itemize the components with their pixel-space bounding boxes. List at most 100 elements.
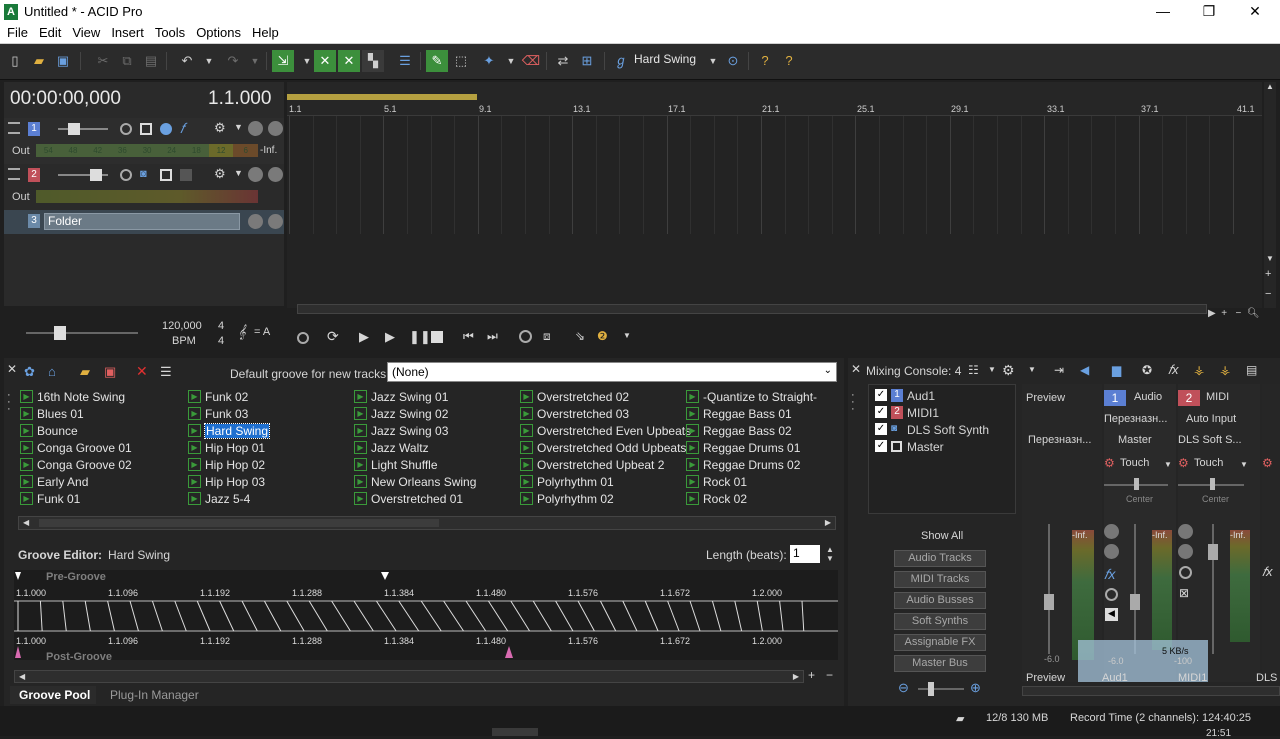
time-signature-top[interactable]: 4 <box>218 320 224 332</box>
copy-icon[interactable]: ⧉ <box>116 50 138 72</box>
time-signature-bottom[interactable]: 4 <box>218 335 224 347</box>
lock-envelopes-icon[interactable]: ▚ <box>362 50 384 72</box>
pan-thumb[interactable] <box>1210 478 1215 490</box>
menu-help[interactable]: Help <box>248 24 283 40</box>
close-pane-icon[interactable]: ✕ <box>851 362 861 376</box>
beatmapper-icon[interactable]: ⇘ <box>575 329 585 343</box>
track-header-1[interactable]: 1 𝑓 ⚙ ▼ Out 54 48 42 36 30 24 18 12 6 -Inf. <box>4 118 284 164</box>
play-icon[interactable]: ▶ <box>354 424 367 437</box>
groove-item[interactable]: ▶ Bounce <box>20 422 132 439</box>
mixer-settings-dropdown-icon[interactable]: ▼ <box>1028 365 1036 374</box>
groove-item[interactable]: ▶ Jazz Swing 01 <box>354 388 476 405</box>
downmix-icon[interactable]: ◀ <box>1080 363 1089 377</box>
volume-slider-thumb[interactable] <box>68 123 80 135</box>
envelope-tool-icon[interactable]: ⇄ <box>552 50 574 72</box>
play-icon[interactable]: ▶ <box>686 407 699 420</box>
play-icon[interactable]: ▶ <box>686 475 699 488</box>
play-icon[interactable]: ▶ <box>188 390 201 403</box>
paint-dropdown-icon[interactable]: ▼ <box>500 50 522 72</box>
groove-item[interactable]: ▶ Overstretched 01 <box>354 490 476 507</box>
menu-view[interactable]: View <box>68 24 104 40</box>
mute-icon[interactable] <box>248 167 263 182</box>
groove-name[interactable]: Hard Swing <box>634 52 696 66</box>
automation-mode[interactable]: Touch <box>1194 457 1223 469</box>
groove-item[interactable]: ▶ Reggae Drums 01 <box>686 439 817 456</box>
metronome-toggle-icon[interactable] <box>519 330 532 343</box>
play-icon[interactable]: ▶ <box>385 329 395 345</box>
strip-record-icon[interactable] <box>1179 566 1192 579</box>
play-icon[interactable]: ▶ <box>188 424 201 437</box>
groove-item[interactable]: ▶ Overstretched Upbeat 2 <box>520 456 691 473</box>
undo-icon[interactable]: ↶ <box>176 50 198 72</box>
groove-item[interactable]: ▶ Polyrhythm 01 <box>520 473 691 490</box>
track-settings-icon[interactable]: ⚙ <box>214 120 226 136</box>
groove-item[interactable]: ▶ Hard Swing <box>188 422 271 439</box>
play-icon[interactable]: ▶ <box>20 441 33 454</box>
scroll-left-icon[interactable]: ◀ <box>19 672 25 681</box>
groove-item[interactable]: ▶ Overstretched Even Upbeats <box>520 422 691 439</box>
strip-output-bus[interactable]: Master <box>1118 434 1152 446</box>
undo-dropdown-icon[interactable]: ▼ <box>198 50 220 72</box>
timeline-vertical-scrollbar[interactable]: ▲ ▼ + − <box>1264 82 1276 308</box>
pane-gripper-icon[interactable]: · · · <box>851 390 855 415</box>
track-settings-icon[interactable]: ⚙ <box>214 166 226 182</box>
checkbox-checked[interactable]: ✓ <box>875 406 887 418</box>
auto-crossfade-icon[interactable]: ✕ <box>314 50 336 72</box>
play-icon[interactable]: ▶ <box>354 390 367 403</box>
track-settings-dropdown-icon[interactable]: ▼ <box>234 168 243 178</box>
groove-item[interactable]: ▶ 16th Note Swing <box>20 388 132 405</box>
track-expand-icon[interactable] <box>8 168 20 180</box>
groove-item[interactable]: ▶ Conga Groove 01 <box>20 439 132 456</box>
groove-editor-canvas[interactable]: Pre-Groove Post-Groove 1.1.000 1.1.000 1.1… <box>14 570 838 663</box>
show-all-label[interactable]: Show All <box>921 530 963 542</box>
play-icon[interactable]: ▶ <box>686 492 699 505</box>
length-input[interactable]: 1 <box>790 545 820 563</box>
strip-name[interactable]: Audio <box>1134 391 1162 403</box>
new-file-icon[interactable]: ▯ <box>4 50 26 72</box>
pane-gripper-icon[interactable]: · · · <box>7 390 11 415</box>
strip-name[interactable]: MIDI <box>1206 391 1229 403</box>
tab-groove-pool[interactable]: Groove Pool <box>10 686 96 704</box>
scroll-right-icon[interactable]: ▶ <box>793 672 799 681</box>
groove-item[interactable]: ▶ Funk 03 <box>188 405 269 422</box>
mute-icon[interactable] <box>248 121 263 136</box>
play-icon[interactable]: ▶ <box>188 475 201 488</box>
strip-fx-icon[interactable]: 𝑓x <box>1262 564 1273 580</box>
play-icon[interactable]: ▶ <box>20 390 33 403</box>
solo-icon[interactable] <box>268 167 283 182</box>
scroll-left-icon[interactable]: ◀ <box>23 518 29 527</box>
strip-fx-icon[interactable]: 𝑓x <box>1104 566 1115 583</box>
audio-tracks-button[interactable]: Audio Tracks <box>894 550 986 567</box>
preview-fader-thumb[interactable] <box>1044 594 1054 610</box>
track-header-2[interactable]: 2 ◙ ⚙ ▼ Out <box>4 164 284 210</box>
mixer-item-label[interactable]: MIDI1 <box>907 406 939 420</box>
stop-icon[interactable] <box>431 331 443 343</box>
invert-phase-icon[interactable] <box>160 123 172 135</box>
track-expand-icon[interactable] <box>8 122 20 134</box>
mixer-settings-icon[interactable]: ⚙ <box>1002 362 1015 379</box>
bpm-value[interactable]: 120,000 <box>162 320 202 332</box>
insert-midi-icon[interactable]: ⚶ <box>1220 363 1230 377</box>
play-icon[interactable]: ▶ <box>354 441 367 454</box>
mixer-view-dropdown-icon[interactable]: ▼ <box>988 365 996 374</box>
record-icon[interactable] <box>297 332 309 344</box>
scroll-right-icon[interactable]: ▶ <box>825 518 831 527</box>
play-icon[interactable]: ▶ <box>686 458 699 471</box>
speaker-icon[interactable]: ◀ <box>1105 608 1118 621</box>
zoom-out-horizontal-icon[interactable]: − <box>1235 308 1241 319</box>
groove-item[interactable]: ▶ Hip Hop 01 <box>188 439 269 456</box>
groove-item[interactable]: ▶ Jazz Swing 03 <box>354 422 476 439</box>
play-icon[interactable]: ▶ <box>354 458 367 471</box>
pan-thumb[interactable] <box>1134 478 1139 490</box>
solo-icon[interactable] <box>1104 544 1119 559</box>
groove-zoom-out-icon[interactable]: − <box>826 668 833 682</box>
menu-edit[interactable]: Edit <box>35 24 65 40</box>
strip-output-bus[interactable]: DLS Soft S... <box>1178 434 1242 446</box>
solo-icon[interactable] <box>268 121 283 136</box>
auto-ripple-icon[interactable]: ✕ <box>338 50 360 72</box>
menu-options[interactable]: Options <box>192 24 245 40</box>
zoom-in-horizontal-icon[interactable]: + <box>1221 308 1227 319</box>
zoom-in-icon[interactable]: ⊕ <box>970 680 981 696</box>
menu-insert[interactable]: Insert <box>107 24 148 40</box>
keyboard-icon[interactable] <box>160 169 172 181</box>
